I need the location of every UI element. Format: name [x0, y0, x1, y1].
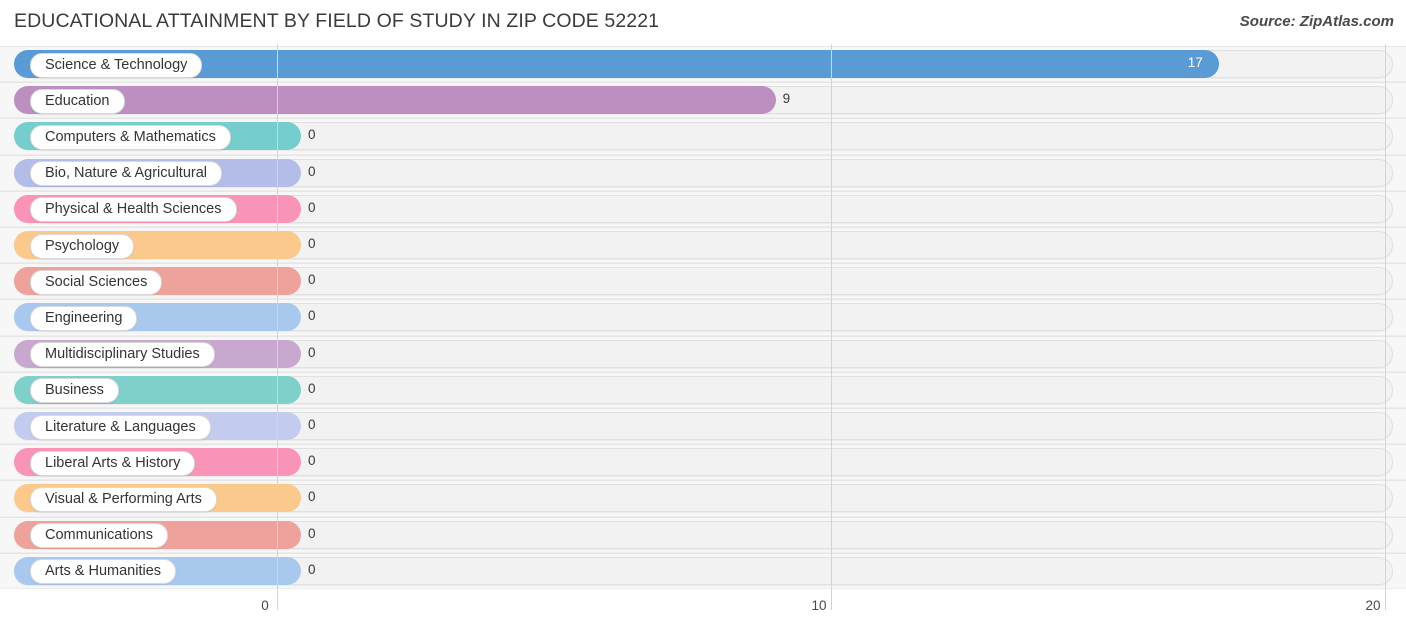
page-title: EDUCATIONAL ATTAINMENT BY FIELD OF STUDY…	[14, 10, 660, 32]
bar-category-label: Computers & Mathematics	[30, 124, 231, 150]
bar-row: Multidisciplinary Studies 0	[0, 335, 1406, 372]
bar-category-label: Social Sciences	[30, 269, 163, 295]
bar-value-label: 0	[308, 127, 316, 143]
bar-value-label: 0	[308, 236, 316, 251]
bar-category-label: Liberal Arts & History	[30, 450, 196, 476]
bar-category-label: Visual & Performing Arts	[30, 486, 217, 512]
bar-category-label: Engineering	[30, 305, 138, 331]
bar-row: Psychology 0	[0, 227, 1406, 264]
bar-rows-container: Science & Technology 17 Education 9 Computer…	[0, 44, 1406, 596]
source-attribution: Source: ZipAtlas.com	[1239, 13, 1394, 30]
bar-value-label: 0	[308, 417, 316, 432]
bar-value-label: 0	[308, 163, 316, 179]
bar-fill[interactable]	[14, 86, 776, 115]
bar-value-label: 17	[1187, 55, 1203, 70]
axis-tick-mark	[1385, 596, 1386, 610]
bar-row: Business 0	[0, 371, 1406, 408]
axis-tick-mark	[277, 596, 278, 610]
axis-tick-label: 10	[811, 598, 827, 613]
bar-row: Communications 0	[0, 516, 1406, 553]
bar-category-label: Physical & Health Sciences	[30, 197, 237, 223]
bar-value-label: 0	[308, 199, 316, 215]
bar-value-label: 0	[308, 380, 316, 396]
chart-plot-area: Science & Technology 17 Education 9 Computer…	[0, 44, 1406, 596]
bar-value-label: 0	[308, 308, 316, 324]
bar-row: Arts & Humanities 0	[0, 552, 1406, 589]
bar-category-label: Psychology	[30, 233, 135, 259]
bar-category-label: Bio, Nature & Agricultural	[30, 161, 222, 187]
axis-tick-label: 20	[1365, 598, 1381, 613]
bar-category-label: Multidisciplinary Studies	[30, 342, 215, 368]
bar-row: Education 9	[0, 82, 1406, 119]
bar-row: Science & Technology 17	[0, 46, 1406, 83]
bar-value-label: 0	[308, 344, 316, 360]
bar-category-label: Communications	[30, 523, 168, 549]
bar-category-label: Business	[30, 378, 119, 404]
bar-row: Visual & Performing Arts 0	[0, 480, 1406, 517]
bar-row: Computers & Mathematics 0	[0, 118, 1406, 155]
bar-category-label: Literature & Languages	[30, 414, 211, 440]
bar-row: Social Sciences 0	[0, 263, 1406, 300]
axis-tick-label: 0	[261, 598, 269, 613]
bar-category-label: Arts & Humanities	[30, 559, 177, 585]
bar-row: Engineering 0	[0, 299, 1406, 336]
bar-value-label: 0	[308, 525, 316, 541]
bar-category-label: Education	[30, 88, 125, 114]
bar-category-label: Science & Technology	[30, 52, 203, 78]
axis-tick-mark	[831, 596, 832, 610]
bar-value-label: 0	[308, 489, 316, 505]
bar-value-label: 9	[782, 91, 791, 107]
bar-row: Bio, Nature & Agricultural 0	[0, 154, 1406, 191]
bar-value-label: 0	[308, 453, 316, 469]
bar-row: Liberal Arts & History 0	[0, 444, 1406, 481]
bar-row: Physical & Health Sciences 0	[0, 190, 1406, 227]
bar-row: Literature & Languages 0	[0, 408, 1406, 445]
x-axis: 0 10 20	[0, 596, 1406, 632]
chart-header: EDUCATIONAL ATTAINMENT BY FIELD OF STUDY…	[0, 0, 1406, 44]
bar-value-label: 0	[308, 272, 316, 288]
bar-value-label: 0	[308, 561, 316, 577]
